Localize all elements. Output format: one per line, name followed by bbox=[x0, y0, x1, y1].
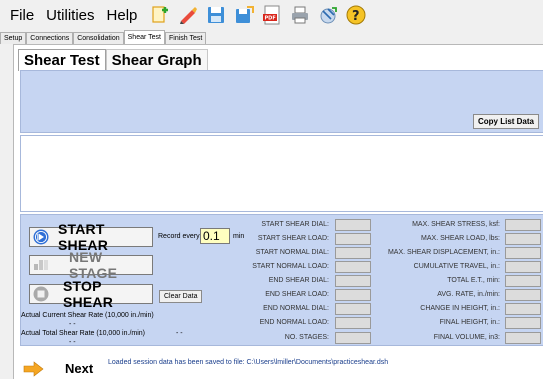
new-stage-button[interactable]: NEW STAGE bbox=[29, 249, 153, 281]
stop-shear-label: STOP SHEAR bbox=[63, 278, 114, 310]
start-normal-load-field bbox=[335, 261, 371, 273]
final-height-label: FINAL HEIGHT, in.: bbox=[439, 319, 500, 326]
tab-inner-shear-graph[interactable]: Shear Graph bbox=[105, 49, 208, 71]
control-area: START SHEAR Record every min NEW STAGE S… bbox=[20, 214, 543, 346]
max-shear-load-field bbox=[505, 233, 541, 245]
end-shear-load-label: END SHEAR LOAD: bbox=[265, 291, 329, 298]
max-shear-stress-label: MAX. SHEAR STRESS, ksf: bbox=[412, 221, 500, 228]
stage-icon bbox=[33, 257, 49, 273]
edit-icon[interactable] bbox=[177, 4, 199, 26]
start-shear-load-label: START SHEAR LOAD: bbox=[257, 235, 329, 242]
end-shear-dial-label: END SHEAR DIAL: bbox=[268, 277, 329, 284]
start-normal-dial-field bbox=[335, 247, 371, 259]
play-icon bbox=[33, 229, 49, 245]
current-rate-label: Actual Current Shear Rate (10,000 in./mi… bbox=[21, 312, 154, 319]
final-volume-field bbox=[505, 332, 541, 344]
end-normal-dial-label: END NORMAL DIAL: bbox=[263, 305, 329, 312]
current-rate-value: - - bbox=[69, 321, 76, 328]
tab-finish-test[interactable]: Finish Test bbox=[164, 32, 207, 44]
next-button[interactable]: Next bbox=[20, 357, 104, 379]
avg-rate-label: AVG. RATE, in./min: bbox=[437, 291, 500, 298]
new-stage-label: NEW STAGE bbox=[69, 249, 118, 281]
bottom-bar: Next Loaded session data has been saved … bbox=[20, 349, 543, 379]
save-icon[interactable] bbox=[205, 4, 227, 26]
svg-text:PDF: PDF bbox=[265, 16, 276, 22]
total-rate-label: Actual Total Shear Rate (10,000 in./min) bbox=[21, 330, 145, 337]
shear-test-panel: Shear Test Shear Graph Copy List Data ST… bbox=[13, 44, 543, 379]
start-shear-dial-label: START SHEAR DIAL: bbox=[261, 221, 329, 228]
save-as-icon[interactable] bbox=[233, 4, 255, 26]
print-icon[interactable] bbox=[289, 4, 311, 26]
clear-data-button[interactable]: Clear Data bbox=[159, 290, 203, 303]
arrow-right-icon bbox=[23, 360, 45, 377]
status-message: Loaded session data has been saved to fi… bbox=[108, 359, 389, 366]
tab-connections[interactable]: Connections bbox=[26, 32, 74, 44]
no-stages-label: NO. STAGES: bbox=[284, 334, 329, 341]
menu-bar: File Utilities Help PDF ? bbox=[0, 0, 543, 30]
next-label: Next bbox=[65, 361, 94, 376]
list-header-area: Copy List Data bbox=[20, 70, 543, 133]
svg-text:?: ? bbox=[352, 9, 360, 24]
record-interval-input[interactable] bbox=[200, 228, 230, 244]
change-in-height-field bbox=[505, 303, 541, 315]
no-stages-field bbox=[335, 332, 371, 344]
max-shear-displacement-field bbox=[505, 247, 541, 259]
end-shear-dial-field bbox=[335, 275, 371, 287]
total-et-label: TOTAL E.T., min: bbox=[447, 277, 500, 284]
avg-rate-field bbox=[505, 289, 541, 301]
start-shear-dial-field bbox=[335, 219, 371, 231]
max-shear-displacement-label: MAX. SHEAR DISPLACEMENT, in.: bbox=[387, 249, 500, 256]
end-shear-load-field bbox=[335, 289, 371, 301]
start-normal-dial-label: START NORMAL DIAL: bbox=[255, 249, 329, 256]
change-in-height-label: CHANGE IN HEIGHT, in.: bbox=[420, 305, 500, 312]
end-normal-dial-field bbox=[335, 303, 371, 315]
new-icon[interactable] bbox=[149, 4, 171, 26]
end-normal-load-field bbox=[335, 317, 371, 329]
tab-inner-shear-test[interactable]: Shear Test bbox=[18, 49, 106, 71]
stop-shear-button[interactable]: STOP SHEAR bbox=[29, 278, 153, 310]
menu-utilities[interactable]: Utilities bbox=[46, 7, 94, 24]
data-list[interactable] bbox=[20, 135, 543, 212]
max-shear-stress-field bbox=[505, 219, 541, 231]
start-shear-button[interactable]: START SHEAR bbox=[29, 221, 153, 253]
final-height-field bbox=[505, 317, 541, 329]
pdf-icon[interactable]: PDF bbox=[261, 4, 283, 26]
menu-file[interactable]: File bbox=[10, 7, 34, 24]
start-shear-load-field bbox=[335, 233, 371, 245]
app-window: File Utilities Help PDF ? Setup Connecti… bbox=[0, 0, 543, 379]
export-icon[interactable] bbox=[317, 4, 339, 26]
end-normal-load-label: END NORMAL LOAD: bbox=[259, 319, 329, 326]
max-shear-load-label: MAX. SHEAR LOAD, lbs: bbox=[421, 235, 500, 242]
tab-setup[interactable]: Setup bbox=[0, 32, 27, 44]
cumulative-travel-field bbox=[505, 261, 541, 273]
tab-shear-test[interactable]: Shear Test bbox=[123, 30, 165, 44]
start-normal-load-label: START NORMAL LOAD: bbox=[252, 263, 329, 270]
help-icon[interactable]: ? bbox=[345, 4, 367, 26]
record-unit-label: min bbox=[233, 233, 245, 240]
tab-consolidation[interactable]: Consolidation bbox=[73, 32, 124, 44]
total-et-field bbox=[505, 275, 541, 287]
copy-list-data-button[interactable]: Copy List Data bbox=[472, 114, 539, 129]
final-volume-label: FINAL VOLUME, in3: bbox=[433, 334, 500, 341]
stop-icon bbox=[33, 286, 49, 302]
menu-help[interactable]: Help bbox=[107, 7, 138, 24]
cumulative-travel-label: CUMULATIVE TRAVEL, in.: bbox=[413, 263, 500, 270]
inner-tab-strip: Shear Test Shear Graph bbox=[18, 49, 208, 71]
total-rate-value: - - bbox=[176, 330, 183, 337]
record-every-label: Record every bbox=[158, 233, 200, 240]
total-rate-value-2: - - bbox=[69, 339, 76, 346]
outer-tab-strip: Setup Connections Consolidation Shear Te… bbox=[0, 30, 207, 44]
